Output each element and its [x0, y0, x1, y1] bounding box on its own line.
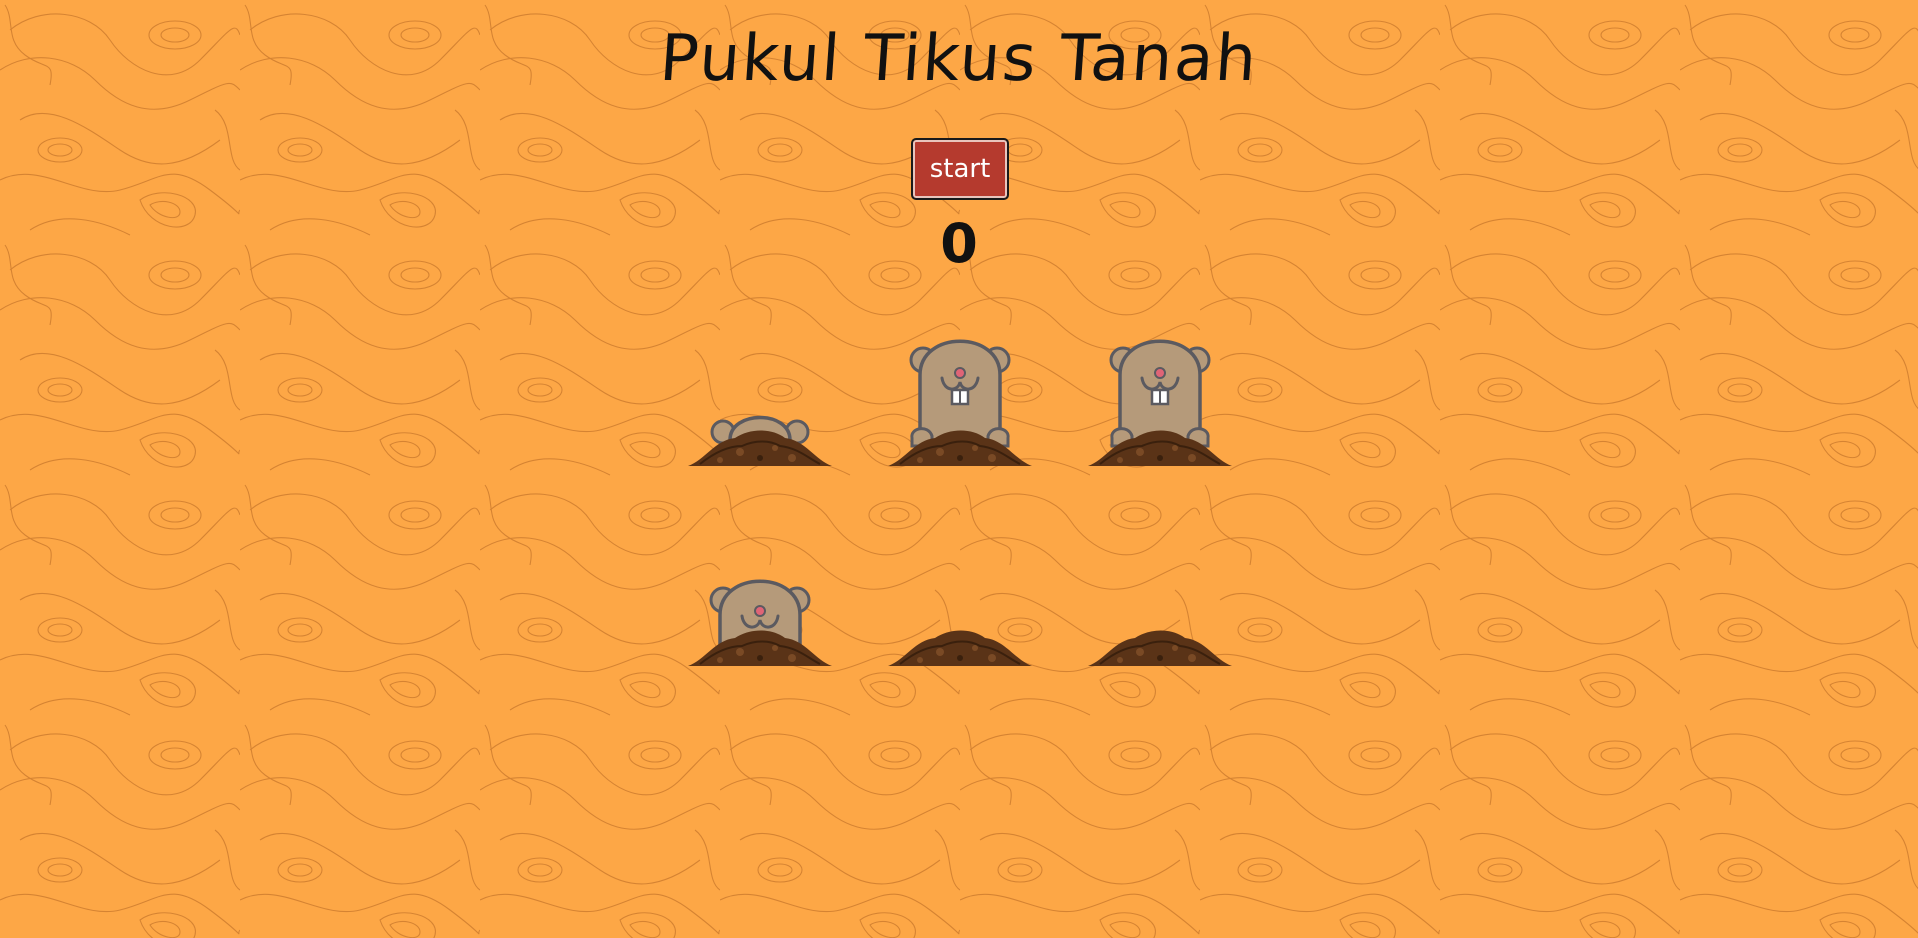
game-title: Pukul Tikus Tanah — [657, 22, 1261, 96]
dirt-mound — [888, 430, 1032, 466]
hole-1[interactable] — [680, 320, 840, 480]
start-button[interactable]: start — [911, 138, 1009, 200]
dirt-mound — [888, 630, 1032, 666]
dirt-mound — [688, 630, 832, 666]
dirt-mound — [1088, 630, 1232, 666]
dirt-mound — [1088, 430, 1232, 466]
hole-5[interactable] — [880, 520, 1040, 680]
hole-6[interactable] — [1080, 520, 1240, 680]
score-counter: 0 — [940, 212, 978, 275]
hole-2[interactable] — [880, 320, 1040, 480]
hole-4[interactable] — [680, 520, 840, 680]
hole-3[interactable] — [1080, 320, 1240, 480]
dirt-mound — [688, 430, 832, 466]
